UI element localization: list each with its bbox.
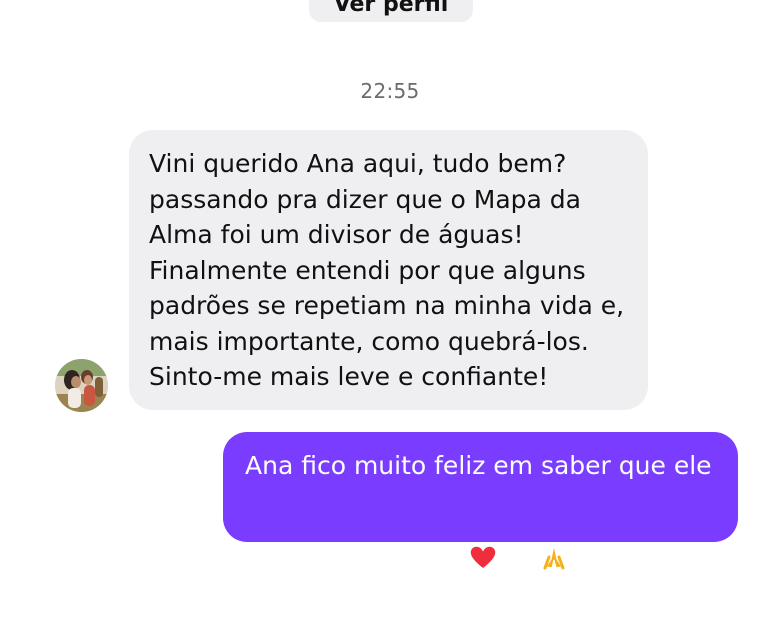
profile-photo-icon <box>55 359 108 412</box>
outgoing-message-content: Ana fico muito feliz em saber que ele es… <box>245 450 720 633</box>
message-timestamp: 22:55 <box>360 79 420 103</box>
view-profile-button[interactable]: Ver perfil <box>309 0 473 22</box>
incoming-message-text: Vini querido Ana aqui, tudo bem? passand… <box>149 149 625 391</box>
incoming-message-bubble[interactable]: Vini querido Ana aqui, tudo bem? passand… <box>129 130 648 410</box>
avatar[interactable] <box>55 359 108 412</box>
red-heart-icon <box>469 483 533 633</box>
outgoing-message-bubble[interactable]: Ana fico muito feliz em saber que ele es… <box>223 432 738 627</box>
folded-hands-icon <box>539 481 603 633</box>
